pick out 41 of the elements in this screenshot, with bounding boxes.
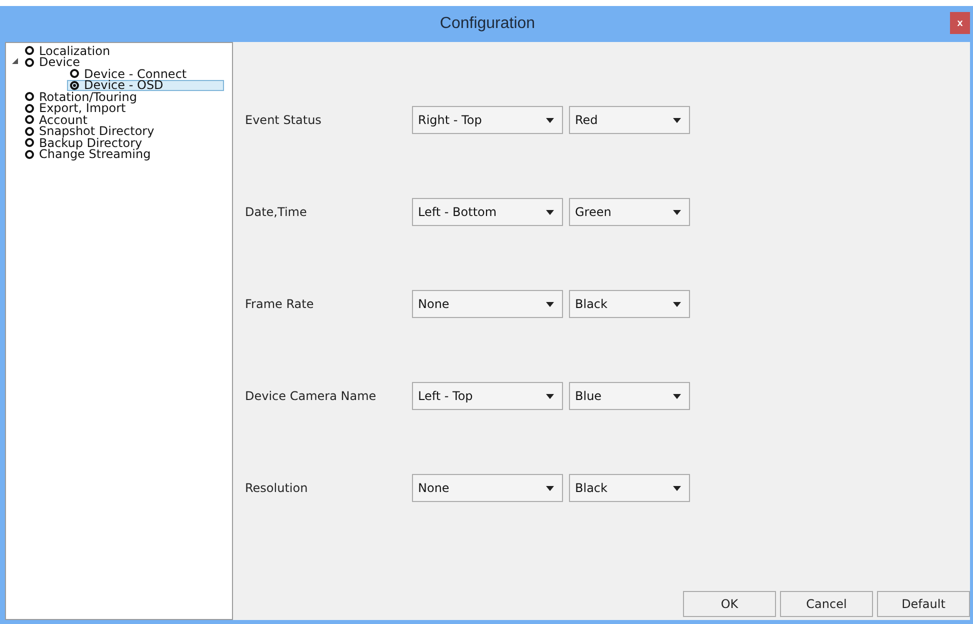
tree-item[interactable]: Change Streaming [22, 148, 155, 160]
caret-icon [673, 302, 681, 306]
window-title: Configuration [440, 15, 536, 33]
field-label: Resolution [245, 481, 309, 495]
position-dropdown[interactable]: Right - Top [412, 106, 563, 134]
color-dropdown[interactable]: Red [569, 106, 690, 134]
field-label: Device Camera Name [245, 389, 378, 403]
close-button[interactable]: x [950, 12, 970, 34]
color-dropdown[interactable]: Green [569, 198, 690, 226]
color-dropdown[interactable]: Black [569, 474, 690, 502]
caret-icon [673, 118, 681, 122]
position-dropdown[interactable]: Left - Bottom [412, 198, 563, 226]
tree-item[interactable]: Device - OSD [67, 80, 224, 91]
dialog-button[interactable]: Cancel [780, 591, 873, 617]
tree-item[interactable]: Account [22, 114, 92, 126]
dialog-button[interactable]: OK [683, 591, 776, 617]
tree-item[interactable]: Device - Connect [67, 68, 191, 80]
tree-item[interactable]: Snapshot Directory [22, 126, 158, 137]
color-dropdown[interactable]: Black [569, 290, 690, 318]
position-dropdown[interactable]: None [412, 290, 563, 318]
color-dropdown[interactable]: Blue [569, 382, 690, 410]
tree-item[interactable]: Export, Import [22, 102, 130, 114]
caret-icon [546, 394, 554, 398]
caret-icon [546, 118, 554, 122]
field-label: Frame Rate [245, 297, 315, 311]
dialog-button[interactable]: Default [877, 591, 970, 617]
caret-icon [673, 486, 681, 490]
position-dropdown[interactable]: None [412, 474, 563, 502]
position-dropdown[interactable]: Left - Top [412, 382, 563, 410]
tree-item[interactable]: Device [22, 56, 84, 68]
caret-icon [546, 486, 554, 490]
caret-icon [673, 394, 681, 398]
tree-item[interactable]: Backup Directory [22, 137, 146, 148]
tree-item[interactable]: Localization [22, 45, 114, 56]
field-label: Event Status [245, 113, 322, 127]
tree-item[interactable]: Rotation/Touring [22, 91, 141, 102]
caret-icon [546, 302, 554, 306]
caret-icon [673, 210, 681, 214]
caret-icon [546, 210, 554, 214]
expand-triangle-icon[interactable] [12, 58, 18, 64]
field-label: Date,Time [245, 205, 308, 219]
